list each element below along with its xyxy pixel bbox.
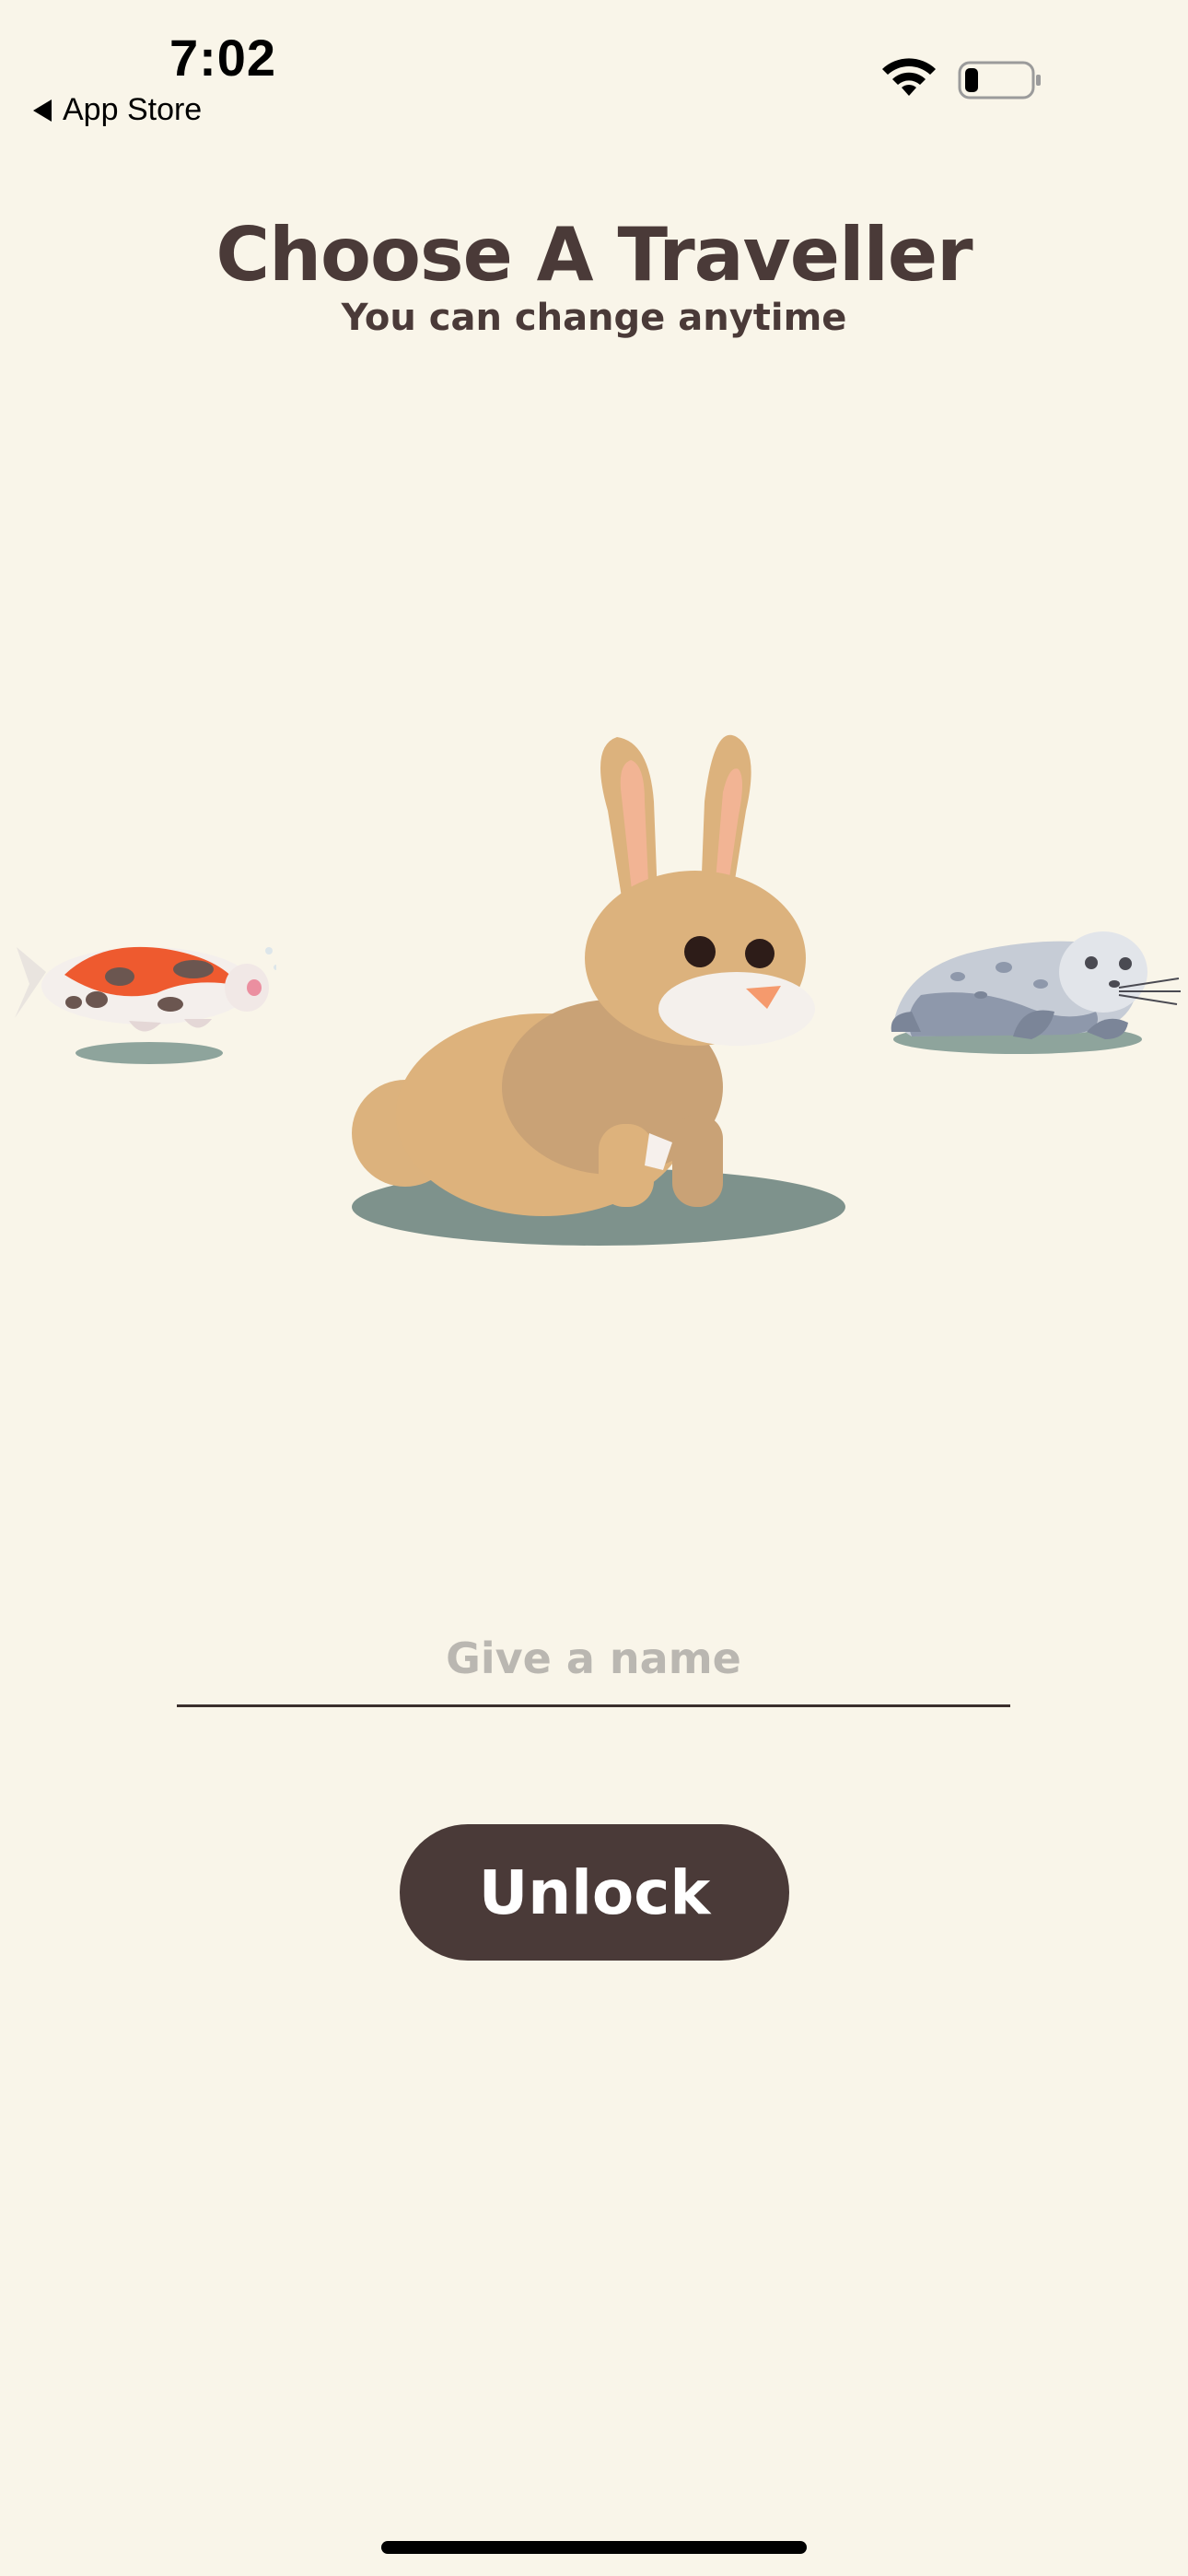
wifi-icon <box>882 58 936 96</box>
traveller-carousel[interactable] <box>0 700 1188 1271</box>
unlock-button[interactable]: Unlock <box>400 1824 789 1961</box>
home-indicator[interactable] <box>381 2541 807 2554</box>
traveller-name-input[interactable] <box>177 1612 1010 1707</box>
page-subtitle: You can change anytime <box>341 297 847 339</box>
seal-icon[interactable] <box>884 903 1188 1069</box>
back-app-label: App Store <box>63 92 203 127</box>
status-time: 7:02 <box>169 29 277 87</box>
battery-icon <box>958 61 1041 100</box>
back-to-app-store-button[interactable]: App Store <box>33 92 202 128</box>
koi-fish-icon[interactable] <box>9 903 276 1087</box>
rabbit-icon[interactable] <box>341 728 856 1262</box>
back-triangle-icon <box>33 99 52 122</box>
page-title: Choose A Traveller <box>215 212 973 298</box>
